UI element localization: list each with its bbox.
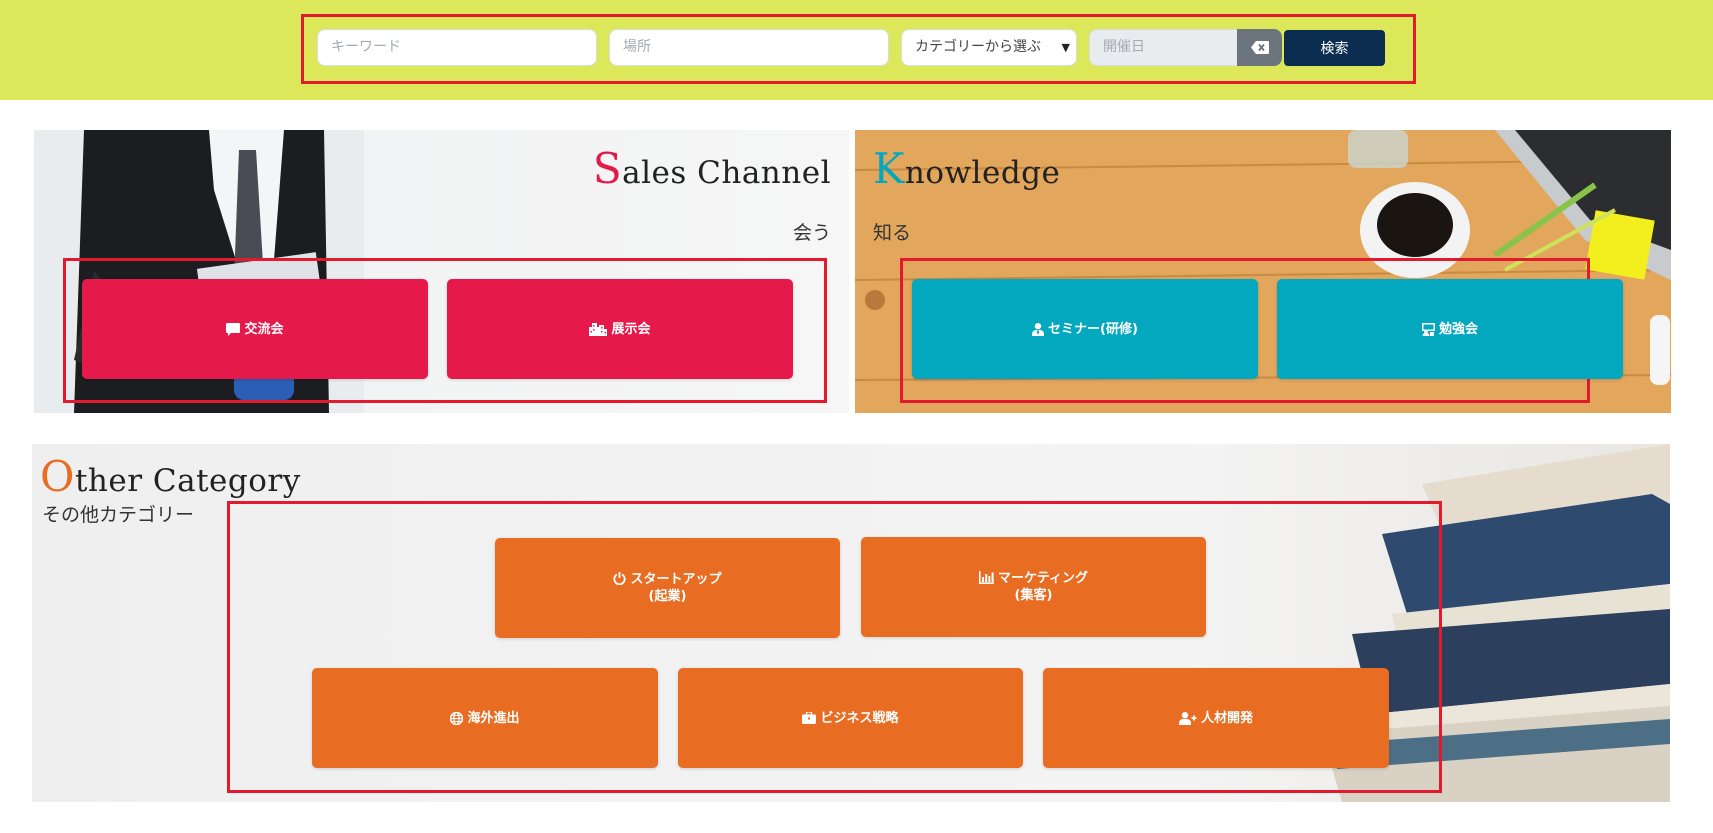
sales-title-rest: ales Channel [622,155,831,191]
comment-icon [226,322,241,336]
briefcase-icon [802,712,817,724]
chalkboard-teacher-icon [1421,322,1435,336]
globe-icon [450,711,464,725]
other-category-panel: Other Category その他カテゴリー スタートアップ (起業) マーケ… [32,444,1670,802]
search-bar: キーワード 場所 カテゴリーから選ぶ ▼ 開催日 検索 [0,0,1713,100]
chevron-down-icon: ▼ [1061,41,1070,54]
other-category-subtitle: その他カテゴリー [42,504,195,526]
startup-button[interactable]: スタートアップ (起業) [495,538,840,638]
category-select[interactable]: カテゴリーから選ぶ ▼ [901,29,1077,66]
knowledge-title-cap: K [873,144,905,193]
sales-title-cap: S [592,144,623,193]
startup-label-line1: スタートアップ [630,572,722,587]
study-group-button[interactable]: 勉強会 [1277,279,1623,379]
user-plus-icon [1178,711,1197,725]
exchange-meeting-label: 交流会 [244,321,284,337]
business-strategy-button[interactable]: ビジネス戦略 [678,668,1023,768]
backspace-icon [1250,41,1269,54]
exchange-meeting-button[interactable]: 交流会 [82,279,428,379]
seminar-label: セミナー(研修) [1048,321,1138,337]
talent-development-label: 人材開発 [1200,710,1253,726]
sales-channel-subtitle: 会う [792,222,831,244]
knowledge-subtitle: 知る [873,222,912,244]
category-selected-value: カテゴリーから選ぶ [915,39,1041,55]
location-input[interactable]: 場所 [609,29,889,66]
marketing-label-line2: (集客) [1014,588,1053,603]
knowledge-panel: Knowledge 知る セミナー(研修) 勉強会 [855,130,1671,413]
knowledge-title-rest: nowledge [904,155,1061,191]
marketing-label-line1: マーケティング [998,571,1088,586]
building-icon [589,322,608,336]
user-tie-icon [1032,322,1045,336]
sales-channel-panel: Sales Channel 会う 交流会 展示会 [34,130,849,413]
keyword-input[interactable]: キーワード [317,29,597,66]
exhibition-button[interactable]: 展示会 [447,279,793,379]
exhibition-label: 展示会 [611,321,651,337]
marketing-button[interactable]: マーケティング (集客) [861,537,1206,637]
date-clear-button[interactable] [1237,29,1282,66]
overseas-expansion-button[interactable]: 海外進出 [312,668,658,768]
other-title-cap: O [40,452,75,501]
power-icon [613,572,627,585]
search-button[interactable]: 検索 [1284,30,1385,66]
chart-bar-icon [979,571,995,584]
other-category-title: Other Category [40,452,301,501]
knowledge-title: Knowledge [873,144,1060,193]
business-strategy-label: ビジネス戦略 [820,710,899,726]
keyword-placeholder: キーワード [331,39,401,55]
startup-label-line2: (起業) [648,589,687,604]
other-title-rest: ther Category [74,463,301,499]
seminar-button[interactable]: セミナー(研修) [912,279,1258,379]
overseas-expansion-label: 海外進出 [467,710,520,726]
talent-development-button[interactable]: 人材開発 [1043,668,1389,768]
sales-channel-title: Sales Channel [593,144,831,193]
location-placeholder: 場所 [623,39,651,55]
study-group-label: 勉強会 [1438,321,1478,337]
date-placeholder: 開催日 [1103,39,1145,55]
date-input[interactable]: 開催日 [1089,29,1237,66]
